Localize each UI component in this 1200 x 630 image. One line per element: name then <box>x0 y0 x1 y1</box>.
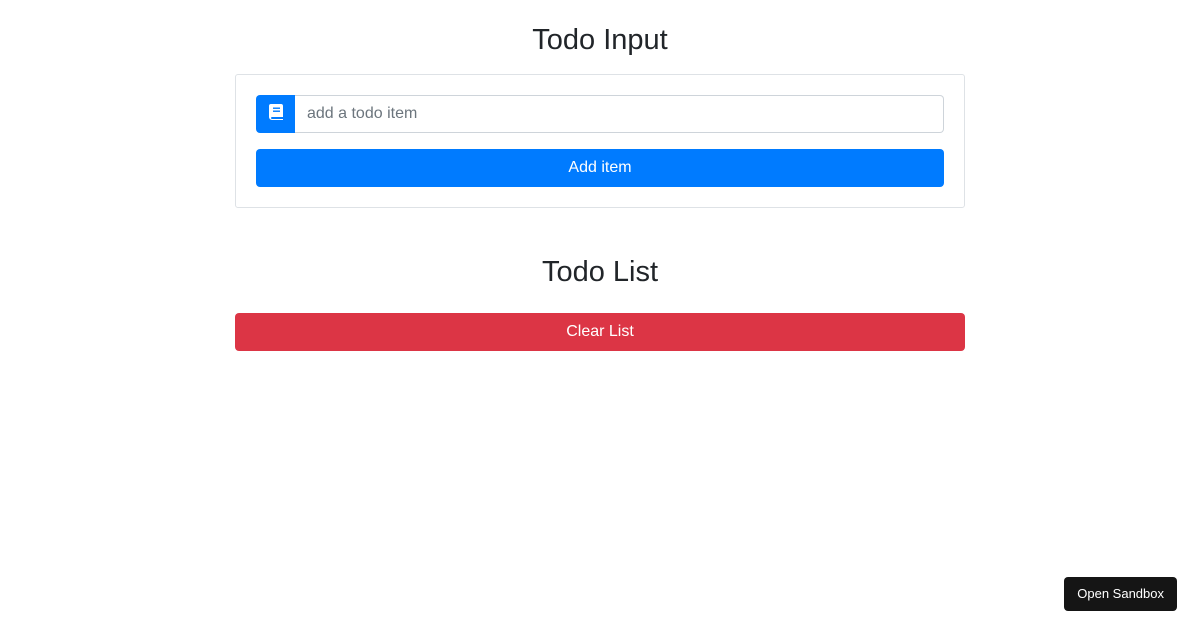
todo-input-field[interactable] <box>295 95 944 133</box>
page: Todo Input Add item Todo List Clear Lis <box>0 0 1200 630</box>
todo-input-group <box>256 95 944 133</box>
todo-input-card: Add item <box>235 74 965 208</box>
input-prepend <box>256 95 295 133</box>
book-icon <box>268 103 283 125</box>
clear-list-button[interactable]: Clear List <box>235 313 965 351</box>
todo-list-title: Todo List <box>541 256 659 288</box>
add-item-button[interactable]: Add item <box>256 149 944 187</box>
todo-input-title: Todo Input <box>532 24 668 56</box>
open-sandbox-button[interactable]: Open Sandbox <box>1064 577 1177 611</box>
